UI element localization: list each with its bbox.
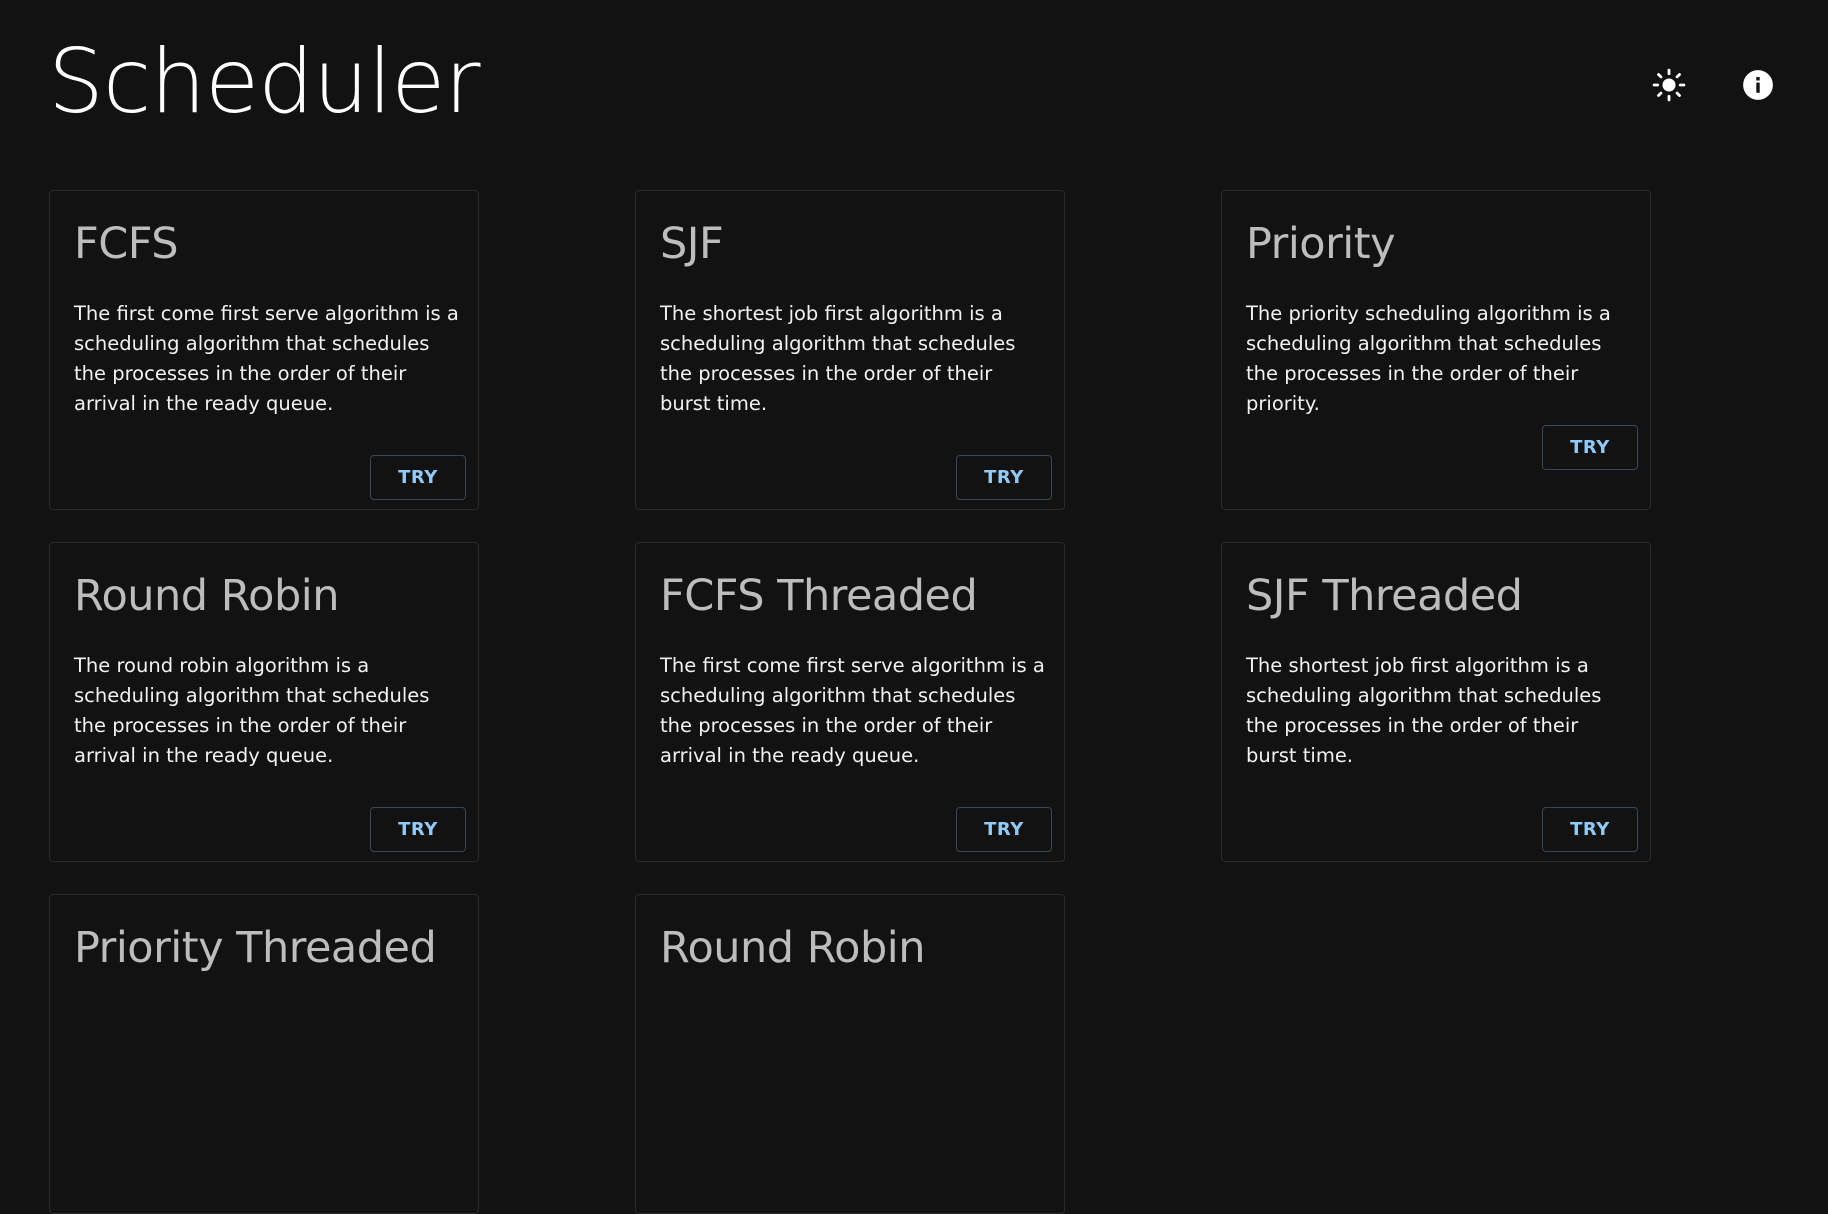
card-description: The priority scheduling algorithm is a s… [1246,302,1611,415]
info-icon [1743,70,1773,100]
card-sjf: SJF The shortest job first algorithm is … [635,190,1065,510]
card-sjf-threaded: SJF Threaded The shortest job first algo… [1221,542,1651,862]
theme-toggle-button[interactable] [1645,61,1693,109]
card-title: Round Robin [660,923,925,973]
card-round-robin-threaded: Round Robin [635,894,1065,1214]
app-header: Scheduler [0,0,1828,175]
try-button-sjf[interactable]: TRY [956,455,1052,500]
card-title: FCFS Threaded [660,571,978,621]
try-button-priority[interactable]: TRY [1542,425,1638,470]
card-description: The first come first serve algorithm is … [74,302,459,415]
try-button-fcfs[interactable]: TRY [370,455,466,500]
card-title: Priority [1246,219,1396,269]
try-button-fcfs-threaded[interactable]: TRY [956,807,1052,852]
page-title: Scheduler [48,30,481,133]
card-title: SJF Threaded [1246,571,1523,621]
card-description: The first come first serve algorithm is … [660,654,1045,767]
sun-icon [1652,68,1686,102]
card-fcfs: FCFS The first come first serve algorith… [49,190,479,510]
card-title: SJF [660,219,724,269]
card-title: Round Robin [74,571,339,621]
try-button-sjf-threaded[interactable]: TRY [1542,807,1638,852]
card-priority-threaded: Priority Threaded [49,894,479,1214]
card-round-robin: Round Robin The round robin algorithm is… [49,542,479,862]
card-description: The shortest job first algorithm is a sc… [660,302,1016,415]
try-button-round-robin[interactable]: TRY [370,807,466,852]
card-fcfs-threaded: FCFS Threaded The first come first serve… [635,542,1065,862]
card-description: The round robin algorithm is a schedulin… [74,654,430,767]
card-title: Priority Threaded [74,923,437,973]
card-description: The shortest job first algorithm is a sc… [1246,654,1602,767]
card-title: FCFS [74,219,179,269]
info-button[interactable] [1734,61,1782,109]
card-priority: Priority The priority scheduling algorit… [1221,190,1651,510]
